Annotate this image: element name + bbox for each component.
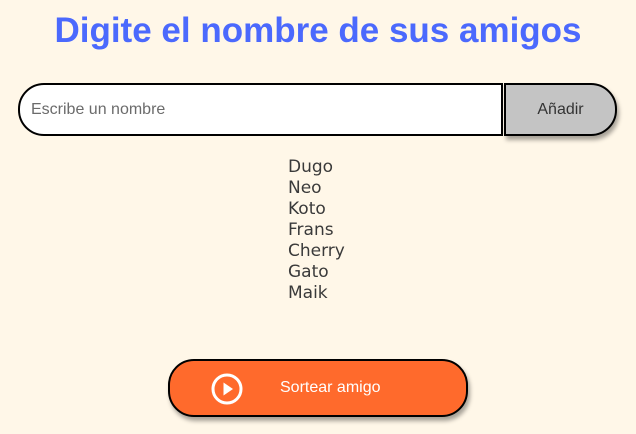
friend-list-item: Frans — [288, 220, 334, 240]
name-input-group: Añadir — [18, 83, 618, 136]
draw-friend-button[interactable]: Sortear amigo — [168, 359, 468, 417]
draw-friend-label: Sortear amigo — [280, 379, 381, 396]
page-title: Digite el nombre de sus amigos — [54, 11, 582, 50]
friend-list-item: Neo — [288, 178, 322, 198]
friend-list-item: Dugo — [288, 157, 334, 177]
friends-list: Dugo Neo Koto Frans Cherry Gato Maik — [288, 157, 345, 304]
friend-list-item: Maik — [288, 283, 328, 303]
name-input[interactable] — [18, 83, 503, 136]
friend-list-item: Koto — [288, 199, 326, 219]
friend-list-item: Gato — [288, 262, 329, 282]
play-circle-icon — [211, 373, 243, 405]
friend-list-item: Cherry — [288, 241, 345, 261]
add-button[interactable]: Añadir — [504, 83, 617, 136]
